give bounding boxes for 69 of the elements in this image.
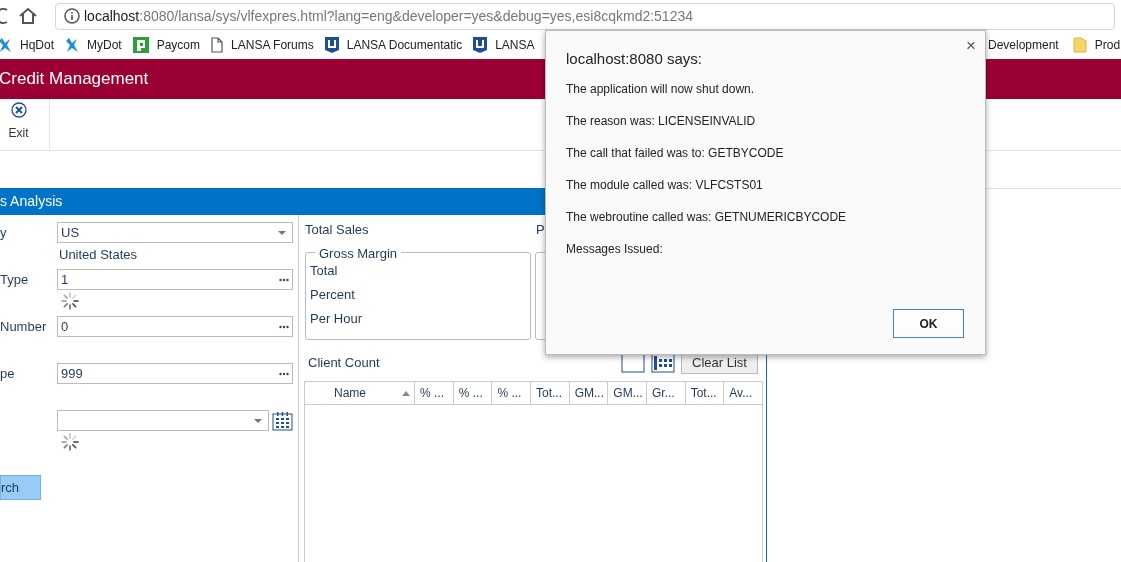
column-header[interactable]: % ... — [414, 382, 453, 404]
app-title: Credit Management — [0, 68, 149, 91]
grid-view-icon[interactable] — [651, 353, 676, 373]
dialog-message: The module called was: VLFCSTS01 — [566, 178, 764, 193]
bookmark[interactable]: LANSA Documentatic — [324, 35, 463, 54]
dialog-message: The application will now shut down. — [566, 82, 756, 97]
ellipsis-icon[interactable] — [279, 324, 289, 329]
dialog-message: The reason was: LICENSEINVALID — [566, 114, 757, 129]
panel-title: s Analysis — [0, 192, 63, 211]
calendar-icon[interactable] — [272, 410, 293, 431]
date-field[interactable] — [57, 410, 269, 431]
field-label: Type — [0, 271, 29, 287]
address-bar[interactable]: localhost:8080/lansa/sys/vlfexpres.html?lang=eng&developer=yes&debug=yes,esi8cqkmd2:51234 — [55, 2, 1115, 30]
info-icon[interactable] — [64, 8, 80, 24]
square-logo-icon — [132, 36, 149, 53]
home-icon[interactable] — [18, 7, 38, 25]
figure-icon — [65, 36, 79, 53]
field-label: Percent — [310, 287, 356, 304]
field-label: Total — [310, 263, 339, 280]
input-field[interactable]: US — [57, 222, 293, 243]
page-icon — [211, 36, 224, 53]
column-header[interactable]: % ... — [452, 382, 492, 404]
field-label: Per Hour — [310, 311, 364, 328]
folder-icon — [1072, 36, 1087, 53]
bookmark[interactable]: Development — [988, 35, 1059, 54]
bookmark[interactable]: HqDot — [0, 35, 54, 54]
chart-view-icon[interactable] — [621, 353, 646, 373]
search-button[interactable]: rch — [0, 475, 41, 500]
column-header[interactable]: % ... — [491, 382, 531, 404]
section-label: Total Sales — [305, 220, 370, 239]
field-label: Number — [0, 318, 47, 334]
exit-button[interactable]: Exit — [0, 99, 50, 149]
dialog-message: Messages Issued: — [566, 242, 664, 257]
bookmark[interactable]: LANSA Forums — [211, 35, 314, 54]
column-header[interactable]: Tot... — [530, 382, 569, 404]
sort-arrow-icon[interactable] — [402, 390, 411, 396]
column-header[interactable]: GM... — [568, 382, 608, 404]
close-button[interactable]: × — [966, 37, 976, 54]
section-label: Client Count — [308, 354, 381, 373]
section-label: P — [536, 220, 545, 239]
bookmark[interactable]: LANSA — [473, 35, 535, 54]
column-header[interactable]: Gr... — [646, 382, 685, 404]
bookmark[interactable]: Prod — [1072, 35, 1121, 54]
dialog-message: The call that failed was to: GETBYCODE — [566, 146, 785, 161]
column-header[interactable]: GM... — [607, 382, 646, 404]
reload-icon[interactable] — [0, 7, 8, 25]
bookmark[interactable]: Paycom — [132, 35, 201, 54]
field-note: United States — [59, 247, 138, 262]
column-header[interactable]: Name — [305, 382, 415, 404]
dialog-title: localhost:8080 says: — [566, 49, 703, 69]
close-circle-icon — [10, 102, 27, 118]
shield-icon — [473, 36, 488, 53]
caret-icon[interactable] — [254, 418, 262, 423]
input-field[interactable]: 999 — [57, 363, 293, 384]
bookmark[interactable]: MyDot — [65, 35, 122, 54]
caret-icon[interactable] — [278, 230, 286, 235]
input-field[interactable]: 1 — [57, 269, 293, 290]
figure-icon — [0, 36, 12, 53]
column-header[interactable]: Tot... — [684, 382, 724, 404]
input-field[interactable]: 0 — [57, 316, 293, 337]
ellipsis-icon[interactable] — [279, 371, 289, 376]
dialog-message: The webroutine called was: GETNUMERICBYCODE — [566, 210, 848, 225]
field-label: pe — [0, 365, 15, 381]
url-text: localhost:8080/lansa/sys/vlfexpres.html?lang=eng&developer=yes&debug=yes,esi8cqkmd2:51234 — [84, 6, 694, 26]
column-header[interactable]: Av... — [723, 382, 762, 404]
ellipsis-icon[interactable] — [279, 277, 289, 282]
shield-icon — [324, 36, 339, 53]
ok-button[interactable]: OK — [893, 309, 964, 338]
field-label: y — [0, 224, 7, 240]
